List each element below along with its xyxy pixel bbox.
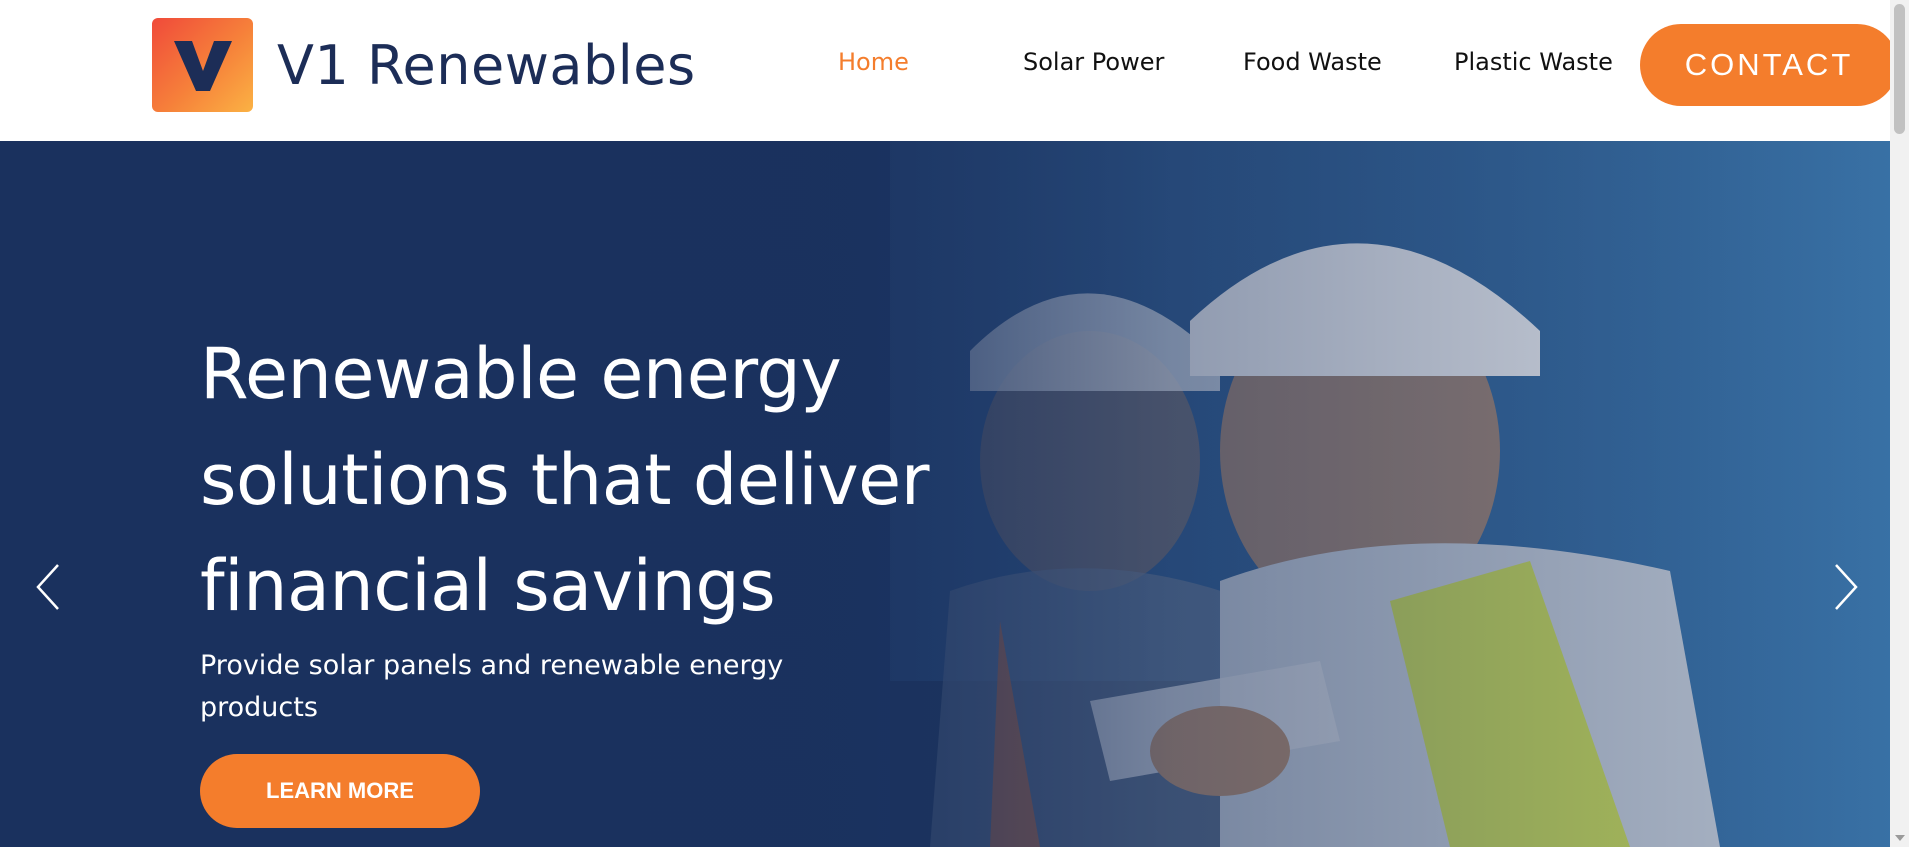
learn-more-button[interactable]: LEARN MORE [200, 754, 480, 828]
logo-icon [152, 18, 253, 112]
chevron-left-icon [36, 564, 59, 610]
hero-title-line-2: solutions that deliver [200, 439, 930, 521]
nav-item-food-waste[interactable]: Food Waste [1243, 48, 1382, 76]
scrollbar-thumb[interactable] [1894, 4, 1905, 134]
page-scrollbar[interactable] [1890, 0, 1909, 847]
contact-button[interactable]: CONTACT [1640, 24, 1898, 106]
hero-subtitle: Provide solar panels and renewable energ… [200, 650, 784, 723]
brand-name: V1 Renewables [277, 33, 696, 97]
nav-item-solar-power[interactable]: Solar Power [1023, 48, 1164, 76]
hero-title-line-1: Renewable energy [200, 333, 842, 415]
hero-content: Renewable energy solutions that deliver … [200, 321, 1000, 729]
nav-item-home[interactable]: Home [838, 48, 909, 76]
site-header: V1 Renewables Home Solar Power Food Wast… [0, 0, 1898, 141]
slider-next-button[interactable] [1822, 557, 1872, 617]
nav-item-plastic-waste[interactable]: Plastic Waste [1454, 48, 1613, 76]
slider-prev-button[interactable] [26, 557, 76, 617]
page: V1 Renewables Home Solar Power Food Wast… [0, 0, 1909, 847]
hero-title-line-3: financial savings [200, 545, 776, 627]
logo-v-glyph [173, 41, 232, 91]
chevron-right-icon [1835, 564, 1858, 610]
scroll-down-arrow-icon[interactable] [1895, 835, 1905, 841]
brand-logo-link[interactable]: V1 Renewables [152, 18, 696, 112]
hero-slider: Renewable energy solutions that deliver … [0, 141, 1890, 847]
hero-title: Renewable energy solutions that deliver … [200, 321, 1000, 639]
